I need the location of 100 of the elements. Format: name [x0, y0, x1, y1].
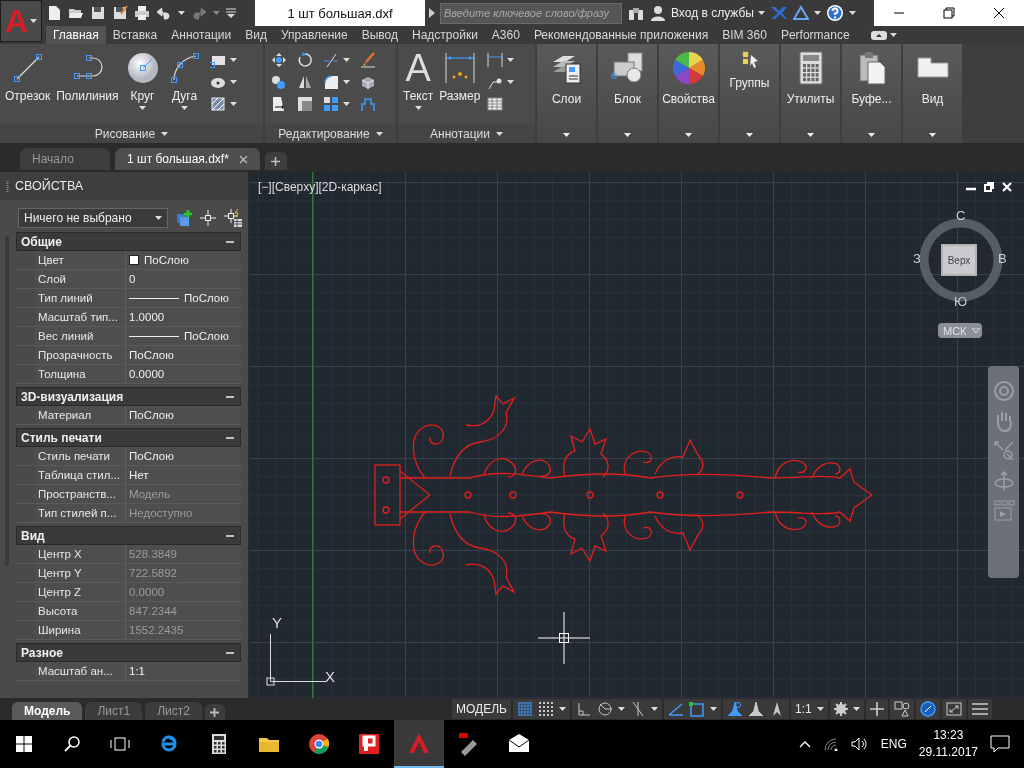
gear-icon[interactable]: [833, 702, 848, 716]
ribbon-panel-button[interactable]: Утилиты: [781, 44, 840, 143]
caret-icon[interactable]: [868, 133, 875, 137]
caret-icon[interactable]: [161, 131, 169, 136]
print-icon[interactable]: [134, 5, 150, 21]
ribbon-tab[interactable]: Надстройки: [405, 26, 485, 44]
property-value[interactable]: Нет: [126, 466, 241, 484]
linear-dimension-icon[interactable]: [487, 52, 504, 68]
new-tab-button[interactable]: [264, 152, 287, 170]
panel-title-button[interactable]: Аннотации: [398, 124, 535, 143]
user-icon[interactable]: [650, 5, 666, 21]
caret-icon[interactable]: [178, 11, 185, 15]
ribbon-tool-button[interactable]: Дуга: [163, 48, 206, 112]
stretch-icon[interactable]: [271, 96, 287, 112]
caret-icon[interactable]: [746, 133, 753, 137]
new-layout-button[interactable]: [204, 704, 225, 720]
viewport-control-link[interactable]: [−]: [258, 180, 272, 194]
restore-icon[interactable]: [943, 7, 955, 19]
layout-tab[interactable]: Лист2: [145, 702, 202, 720]
presentation-icon[interactable]: [357, 732, 381, 756]
caret-icon[interactable]: [343, 80, 350, 84]
panel-title-button[interactable]: Рисование: [0, 124, 263, 143]
ribbon-panel-button[interactable]: Свойства: [659, 44, 718, 143]
ribbon-tab[interactable]: Аннотации: [164, 26, 239, 44]
property-value[interactable]: 0: [126, 270, 241, 288]
search-field[interactable]: Введите ключевое слово/фразу: [440, 2, 622, 24]
move-icon[interactable]: [271, 52, 287, 68]
caret-icon[interactable]: [709, 707, 717, 711]
ribbon-tab[interactable]: Вывод: [354, 26, 405, 44]
caret-icon[interactable]: [139, 106, 146, 110]
caret-icon[interactable]: [229, 58, 237, 62]
task-view-icon[interactable]: [110, 736, 130, 752]
section-header[interactable]: Разное: [16, 643, 241, 662]
caret-icon[interactable]: [30, 19, 38, 23]
notification-icon[interactable]: [990, 735, 1010, 753]
property-value[interactable]: ПоСлою: [126, 289, 241, 307]
help-icon[interactable]: [826, 4, 844, 22]
plus-icon[interactable]: [271, 156, 281, 166]
document-tab[interactable]: 1 шт большая.dxf*: [115, 148, 260, 170]
caret-icon[interactable]: [650, 707, 658, 711]
sign-in-button[interactable]: Вход в службы: [671, 6, 765, 20]
ribbon-panel-button[interactable]: Группы: [720, 44, 779, 143]
fillet-icon[interactable]: [323, 74, 339, 90]
search-icon[interactable]: [64, 736, 80, 752]
property-value[interactable]: ПоСлою: [126, 406, 241, 424]
ribbon-tab[interactable]: BIM 360: [715, 26, 774, 44]
caret-icon[interactable]: [414, 106, 422, 110]
ribbon-panel-button[interactable]: Буфе...: [842, 44, 901, 143]
property-value[interactable]: ПоСлою: [126, 447, 241, 465]
group-icon[interactable]: [739, 50, 760, 70]
restore-icon[interactable]: [984, 182, 994, 192]
caret-icon[interactable]: [375, 131, 383, 136]
caret-icon[interactable]: [155, 216, 162, 220]
crosshair-table-icon[interactable]: [224, 209, 242, 227]
selection-dropdown[interactable]: Ничего не выбрано: [18, 208, 168, 228]
polar-icon[interactable]: [596, 701, 613, 717]
osnap-icon[interactable]: [688, 701, 705, 717]
ribbon-tool-button[interactable]: A Текст: [400, 48, 437, 112]
property-value[interactable]: ПоСлою: [126, 327, 241, 345]
trim-icon[interactable]: [323, 52, 339, 68]
property-value[interactable]: 0.0000: [126, 365, 241, 383]
isolate-objects-icon[interactable]: [893, 701, 910, 717]
snap-icon[interactable]: [537, 701, 554, 717]
menu-icon[interactable]: [971, 703, 988, 715]
new-file-icon[interactable]: [46, 5, 62, 21]
copy-icon[interactable]: [271, 74, 287, 90]
undo-icon[interactable]: [156, 5, 172, 21]
binoculars-icon[interactable]: [627, 5, 645, 21]
save-as-icon[interactable]: [112, 5, 128, 21]
crosshair-icon[interactable]: [200, 210, 216, 226]
chrome-icon[interactable]: [307, 732, 331, 756]
layout-tab[interactable]: Лист1: [85, 702, 143, 720]
hardware-acceleration-icon[interactable]: [919, 701, 936, 717]
caret-icon[interactable]: [343, 102, 350, 106]
ribbon-tab[interactable]: Вид: [238, 26, 274, 44]
compass-label[interactable]: З: [913, 251, 921, 266]
array-icon[interactable]: [323, 96, 339, 112]
ribbon-tab[interactable]: Рекомендованные приложения: [526, 26, 716, 44]
property-value[interactable]: 1:1: [126, 662, 241, 680]
caret-icon[interactable]: [181, 106, 188, 110]
ribbon-panel-button[interactable]: Слои: [537, 44, 596, 143]
ribbon-tool-button[interactable]: Отрезок: [2, 48, 54, 105]
ribbon-tab[interactable]: Управление: [274, 26, 355, 44]
brush-icon[interactable]: [360, 52, 376, 68]
offset-icon[interactable]: [360, 96, 376, 112]
viewport-control-link[interactable]: [Сверху]: [271, 180, 319, 194]
ribbon-tab[interactable]: Главная: [46, 26, 106, 44]
ribbon-panel-button[interactable]: Блок: [598, 44, 657, 143]
model-space-button[interactable]: МОДЕЛЬ: [452, 699, 511, 719]
redo-icon[interactable]: [191, 5, 207, 21]
caret-icon[interactable]: [229, 80, 237, 84]
expand-arrow-icon[interactable]: [429, 8, 435, 18]
volume-icon[interactable]: [850, 737, 869, 751]
rotate-icon[interactable]: [297, 52, 313, 68]
ribbon-tab[interactable]: Performance: [773, 26, 857, 44]
caret-icon[interactable]: [889, 33, 897, 37]
caret-icon[interactable]: [496, 131, 503, 136]
caret-icon[interactable]: [343, 58, 350, 62]
ribbon-tab[interactable]: Вставка: [105, 26, 165, 44]
chevron-up-icon[interactable]: [798, 740, 811, 748]
